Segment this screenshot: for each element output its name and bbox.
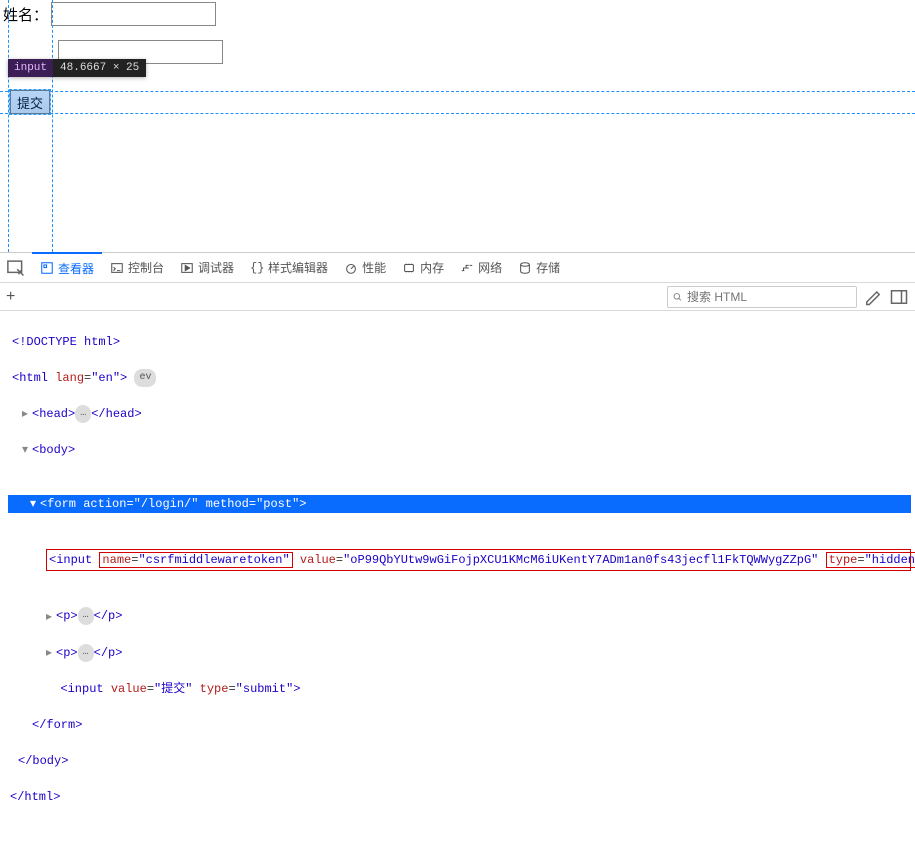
name-input[interactable] [51, 2, 216, 26]
tree-node-submit[interactable]: <input value="提交" type="submit"> [8, 680, 915, 698]
tab-label: 网络 [478, 259, 502, 276]
tree-node[interactable]: </html> [8, 788, 915, 806]
login-form: 姓名： 提交 [0, 0, 915, 114]
tree-node-csrf[interactable]: <input name="csrfmiddlewaretoken" value=… [8, 549, 911, 571]
name-label: 姓名： [3, 4, 48, 25]
submit-button[interactable]: 提交 [10, 90, 50, 114]
devtools-subbar: + [0, 283, 915, 311]
tree-node[interactable]: ▸<p>…</p> [8, 644, 915, 662]
tab-label: 样式编辑器 [268, 259, 328, 276]
tab-memory[interactable]: 内存 [394, 253, 452, 283]
tab-label: 内存 [420, 259, 444, 276]
tab-label: 调试器 [198, 259, 234, 276]
tree-node[interactable]: ▸<p>…</p> [8, 607, 915, 625]
tab-debugger[interactable]: 调试器 [172, 253, 242, 283]
tab-style-editor[interactable]: {} 样式编辑器 [242, 253, 336, 283]
add-button[interactable]: + [6, 288, 26, 306]
braces-icon: {} [250, 261, 264, 275]
rendered-page: 姓名： 提交 input 48.6667 × 25 [0, 0, 915, 252]
pick-element-icon[interactable] [6, 258, 26, 278]
dom-tree[interactable]: <!DOCTYPE html> <html lang="en"> ev ▸<he… [0, 311, 915, 850]
tab-label: 控制台 [128, 259, 164, 276]
tree-node[interactable]: </form> [8, 716, 915, 734]
edit-html-icon[interactable] [863, 287, 883, 307]
panel-toggle-icon[interactable] [889, 287, 909, 307]
search-icon [672, 291, 683, 303]
tree-node[interactable]: ▸<head>…</head> [8, 405, 915, 423]
html-search-input[interactable] [687, 290, 852, 304]
html-search[interactable] [667, 286, 857, 308]
tab-inspector[interactable]: 查看器 [32, 252, 102, 282]
tab-label: 性能 [362, 259, 386, 276]
event-badge[interactable]: ev [134, 369, 156, 387]
dimension-tooltip-size: 48.6667 × 25 [53, 59, 146, 77]
tab-console[interactable]: 控制台 [102, 253, 172, 283]
dimension-tooltip: input 48.6667 × 25 [8, 59, 146, 77]
tree-node[interactable]: <!DOCTYPE html> [8, 333, 915, 351]
tab-performance[interactable]: 性能 [336, 253, 394, 283]
tab-label: 存储 [536, 259, 560, 276]
devtools-panel: 查看器 控制台 调试器 {} 样式编辑器 性能 内存 网络 存储 [0, 252, 915, 850]
tab-label: 查看器 [58, 260, 94, 277]
tree-node[interactable]: </body> [8, 752, 915, 770]
tree-node[interactable]: ▾<body> [8, 441, 915, 459]
tab-storage[interactable]: 存储 [510, 253, 568, 283]
dimension-tooltip-tag: input [8, 59, 53, 77]
tree-node-form[interactable]: ▾<form action="/login/" method="post"> [8, 495, 911, 513]
tab-network[interactable]: 网络 [452, 253, 510, 283]
tree-node[interactable]: <html lang="en"> ev [8, 369, 915, 387]
devtools-tabbar: 查看器 控制台 调试器 {} 样式编辑器 性能 内存 网络 存储 [0, 253, 915, 283]
